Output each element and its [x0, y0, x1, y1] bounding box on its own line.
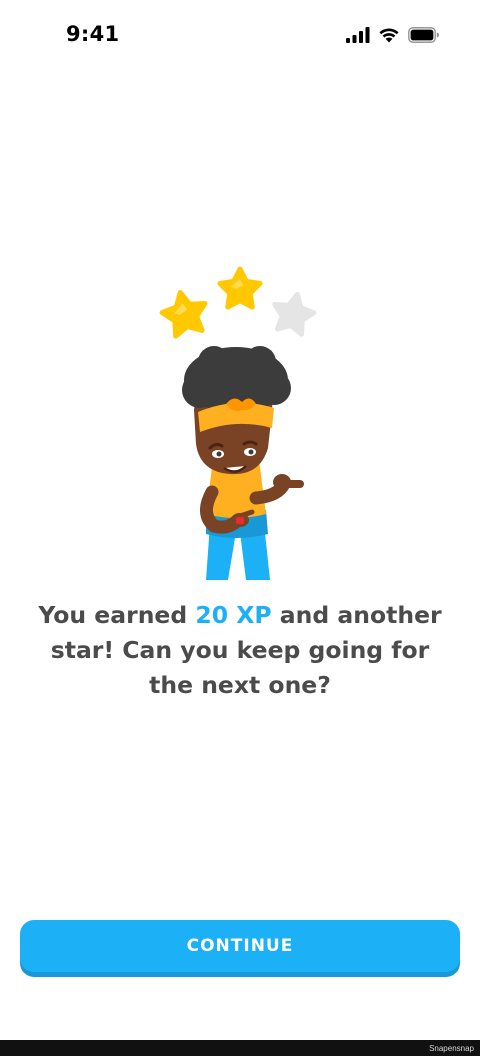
message-text-start: You earned — [38, 601, 196, 629]
status-bar: 9:41 — [0, 0, 480, 72]
xp-earned: 20 XP — [195, 601, 272, 629]
character-illustration — [182, 346, 304, 580]
result-message: You earned 20 XP and another star! Can y… — [30, 598, 450, 703]
star-icon-empty — [272, 291, 317, 337]
wifi-icon — [379, 28, 399, 43]
star-icon-earned-2 — [217, 266, 263, 310]
lesson-complete-illustration — [159, 266, 317, 580]
cellular-signal-icon — [346, 27, 370, 43]
continue-button[interactable]: CONTINUE — [20, 920, 460, 972]
star-icon-earned-1 — [159, 290, 208, 339]
battery-icon — [408, 27, 439, 43]
bottom-strip — [0, 1040, 480, 1056]
status-icons — [346, 26, 440, 44]
watermark: Snapensnap — [429, 1044, 474, 1053]
continue-button-label: CONTINUE — [186, 936, 294, 956]
status-time: 9:41 — [66, 22, 120, 46]
